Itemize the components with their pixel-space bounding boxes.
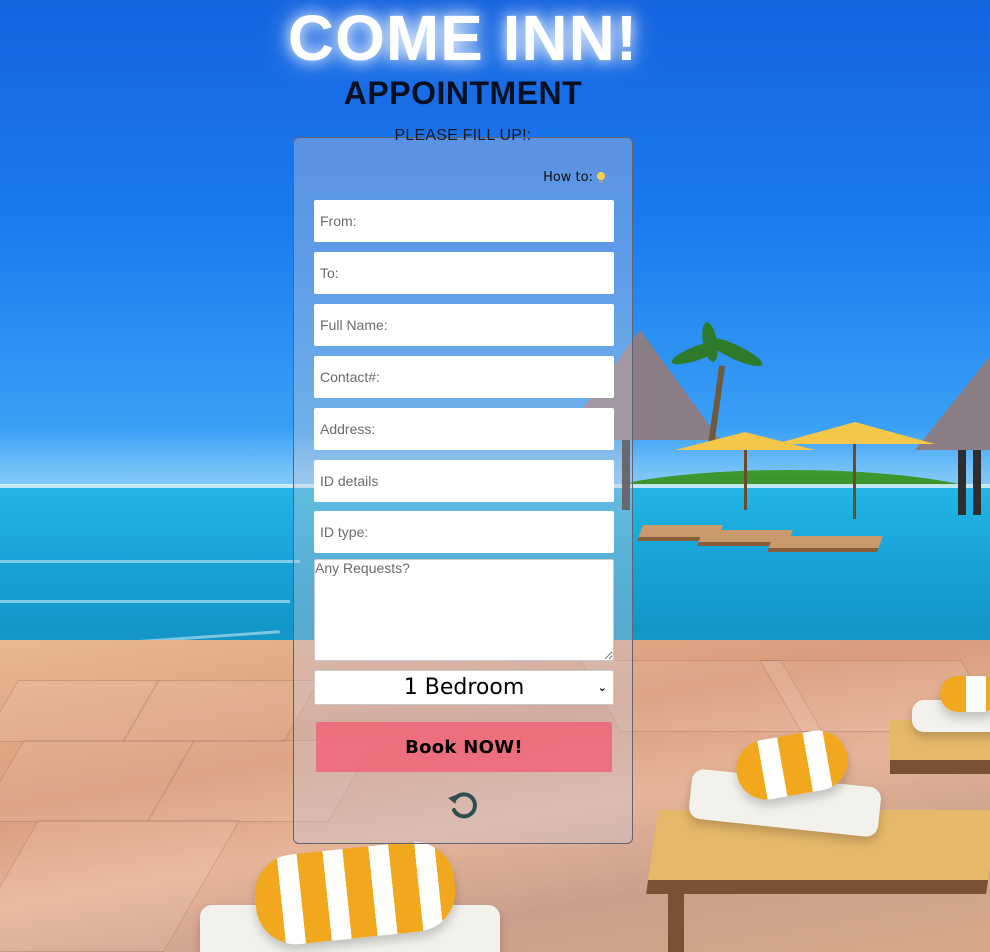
- requests-textarea[interactable]: [314, 559, 614, 661]
- lightbulb-icon: [596, 171, 606, 184]
- pool-stripe: [0, 560, 300, 563]
- to-input[interactable]: [314, 252, 614, 294]
- umbrella: [775, 422, 935, 444]
- book-now-button[interactable]: Book NOW!: [316, 722, 612, 772]
- full-name-input[interactable]: [314, 304, 614, 346]
- chevron-down-icon: ⌄: [597, 681, 607, 694]
- contact-input[interactable]: [314, 356, 614, 398]
- reset-icon: [447, 792, 477, 819]
- room-type-selected: 1 Bedroom: [403, 675, 525, 700]
- rolled-towel: [940, 676, 990, 712]
- bench-leg: [668, 880, 684, 952]
- hut-post: [973, 450, 981, 515]
- umbrella-pole: [744, 450, 747, 510]
- howto-link[interactable]: How to:: [543, 170, 606, 185]
- address-input[interactable]: [314, 408, 614, 450]
- id-type-input[interactable]: [314, 511, 614, 553]
- site-title: COME INN!: [287, 2, 639, 74]
- umbrella-pole: [853, 444, 856, 519]
- booking-form: How to: 1 Bedroom ⌄ Book NOW!: [293, 137, 633, 844]
- hut-post: [958, 450, 966, 515]
- room-type-select[interactable]: 1 Bedroom ⌄: [314, 670, 614, 705]
- pool-stripe: [0, 600, 290, 603]
- form-legend: PLEASE FILL UP!:: [394, 127, 532, 144]
- from-input[interactable]: [314, 200, 614, 242]
- id-details-input[interactable]: [314, 460, 614, 502]
- reset-button[interactable]: [446, 788, 482, 824]
- page-subtitle: APPOINTMENT: [343, 75, 583, 111]
- lounger: [767, 536, 883, 552]
- howto-label: How to:: [543, 170, 593, 185]
